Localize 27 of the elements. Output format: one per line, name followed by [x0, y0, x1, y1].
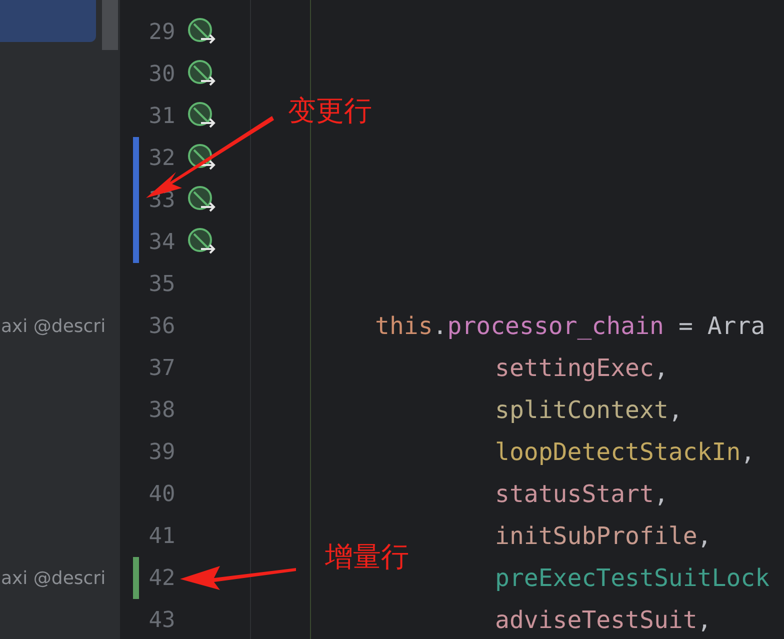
code-line: splitContext,: [495, 396, 683, 424]
code-line: adviseTestSuit,: [495, 606, 712, 634]
line-number: 36: [148, 314, 176, 338]
line-number: 43: [148, 608, 176, 632]
line-number: 40: [148, 482, 176, 506]
line-number: 38: [148, 398, 176, 422]
annotation-label: 增量行: [325, 539, 409, 575]
scrollbar-thumb[interactable]: [102, 0, 118, 50]
code-line: loopDetectStackIn,: [495, 438, 756, 466]
code-line: this.processor_chain = Arra: [375, 312, 766, 340]
code-line: settingExec,: [495, 354, 668, 382]
code-line: statusStart,: [495, 480, 668, 508]
line-number: 41: [148, 524, 176, 548]
code-line: initSubProfile,: [495, 522, 712, 550]
annotation-label: 变更行: [288, 93, 372, 129]
code-line: preExecTestSuitLock: [495, 564, 770, 592]
line-number: 32: [148, 146, 176, 170]
line-number: 30: [148, 62, 176, 86]
line-number: 34: [148, 230, 176, 254]
line-number: 39: [148, 440, 176, 464]
line-number: 35: [148, 272, 176, 296]
line-number: 42: [148, 566, 176, 590]
line-number: 31: [148, 104, 176, 128]
list-item-text[interactable]: axi @descri: [0, 568, 106, 588]
line-number: 29: [148, 20, 176, 44]
line-number: 37: [148, 356, 176, 380]
list-item-text[interactable]: axi @descri: [0, 316, 106, 336]
